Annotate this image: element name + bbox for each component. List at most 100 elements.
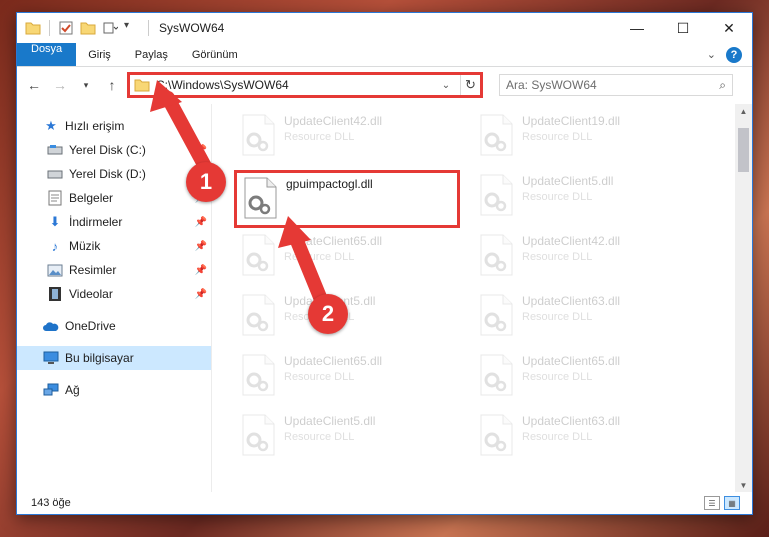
tab-file[interactable]: Dosya <box>17 43 77 66</box>
chevron-down-icon[interactable]: ▾ <box>124 20 140 36</box>
file-list: UpdateClient42.dll Resource DLL UpdateClie… <box>212 104 752 492</box>
file-description: Resource DLL <box>522 251 593 263</box>
dll-file-icon <box>240 114 276 156</box>
pictures-icon <box>47 262 63 278</box>
window-title: SysWOW64 <box>159 21 225 35</box>
file-description: Resource DLL <box>284 131 355 143</box>
main-area: ★ Hızlı erişim Yerel Disk (C:) 📌 Yerel D… <box>17 104 752 492</box>
forward-button[interactable]: → <box>49 74 71 96</box>
sidebar-item-label: Ağ <box>65 383 80 397</box>
sidebar-item-label: Belgeler <box>69 191 114 205</box>
sidebar-item-this-pc[interactable]: Bu bilgisayar <box>17 346 211 370</box>
file-item-target[interactable]: gpuimpactogl.dll <box>234 170 460 228</box>
file-description: Resource DLL <box>284 431 355 443</box>
address-path[interactable]: C:\Windows\SysWOW64 <box>156 78 432 92</box>
drive-icon <box>47 142 63 158</box>
new-folder-icon[interactable] <box>80 20 96 36</box>
tab-share[interactable]: Paylaş <box>123 43 180 66</box>
search-placeholder[interactable]: Ara: SysWOW64 <box>506 78 719 92</box>
download-arrow-icon: ⬇ <box>49 214 61 229</box>
file-description: Resource DLL <box>522 431 593 443</box>
file-item[interactable]: UpdateClient19.dll Resource DLL <box>472 110 710 170</box>
step-1-badge: 1 <box>186 162 226 202</box>
file-item[interactable]: UpdateClient65.dll Resource DLL <box>234 350 472 410</box>
vertical-scrollbar[interactable]: ▲ ▼ <box>735 104 752 492</box>
tab-view[interactable]: Görünüm <box>180 43 250 66</box>
expand-ribbon-icon[interactable]: ⌄ <box>707 48 716 61</box>
pin-icon: 📌 <box>194 264 207 276</box>
file-item[interactable]: UpdateClient42.dll Resource DLL <box>472 230 710 290</box>
dll-file-icon <box>478 174 514 216</box>
explorer-window: ▾ SysWOW64 — ☐ ✕ Dosya Giriş Paylaş Görü… <box>16 12 753 515</box>
large-icons-view-icon[interactable]: ▦ <box>724 496 740 510</box>
tab-home[interactable]: Giriş <box>76 43 123 66</box>
file-item[interactable]: UpdateClient63.dll Resource DLL <box>472 290 710 350</box>
up-button[interactable]: ↑ <box>101 74 123 96</box>
search-input[interactable]: Ara: SysWOW64 ⌕ <box>499 74 733 96</box>
file-name: UpdateClient65.dll <box>522 354 621 368</box>
search-icon[interactable]: ⌕ <box>719 78 726 93</box>
cloud-icon <box>43 318 59 334</box>
customize-toolbar-icon[interactable] <box>102 20 119 36</box>
sidebar-item-label: Resimler <box>69 263 117 277</box>
details-view-icon[interactable]: ☰ <box>704 496 720 510</box>
dll-file-icon <box>240 414 276 456</box>
scroll-down-icon[interactable]: ▼ <box>735 478 752 492</box>
close-button[interactable]: ✕ <box>706 13 752 43</box>
back-button[interactable]: ← <box>23 74 45 96</box>
file-item[interactable]: UpdateClient65.dll Resource DLL <box>472 350 710 410</box>
file-name: UpdateClient5.dll <box>522 174 614 188</box>
file-name: UpdateClient42.dll <box>284 114 383 128</box>
film-icon <box>47 286 63 302</box>
file-item[interactable]: UpdateClient63.dll Resource DLL <box>472 410 710 470</box>
ribbon-tabs: Dosya Giriş Paylaş Görünüm ⌄ ? <box>17 43 752 67</box>
step-2-badge: 2 <box>308 294 348 334</box>
quick-access-toolbar: ▾ <box>17 13 151 43</box>
file-item[interactable]: UpdateClient5.dllResource DLL <box>234 290 472 350</box>
refresh-icon[interactable]: ↻ <box>460 75 480 95</box>
sidebar-item-documents[interactable]: Belgeler 📌 <box>17 186 211 210</box>
address-bar[interactable]: C:\Windows\SysWOW64 ⌄ ↻ <box>127 72 483 98</box>
chevron-down-icon[interactable]: ⌄ <box>438 80 454 91</box>
sidebar-item-local-disk-c[interactable]: Yerel Disk (C:) 📌 <box>17 138 211 162</box>
sidebar-item-label: İndirmeler <box>69 215 123 229</box>
sidebar-item-quick-access[interactable]: ★ Hızlı erişim <box>17 114 211 138</box>
maximize-button[interactable]: ☐ <box>660 13 706 43</box>
sidebar-item-pictures[interactable]: Resimler 📌 <box>17 258 211 282</box>
pin-icon: 📌 <box>194 216 207 228</box>
properties-icon[interactable] <box>58 20 74 36</box>
file-name: UpdateClient63.dll <box>522 414 621 428</box>
file-item[interactable]: UpdateClient5.dllResource DLL <box>472 170 710 230</box>
sidebar-item-music[interactable]: ♪ Müzik 📌 <box>17 234 211 258</box>
drive-icon <box>47 166 63 182</box>
file-description: Resource DLL <box>522 311 593 323</box>
sidebar-item-label: Hızlı erişim <box>65 119 125 133</box>
sidebar-item-label: Yerel Disk (D:) <box>69 167 146 181</box>
sidebar-item-network[interactable]: Ağ <box>17 378 211 402</box>
dll-file-icon <box>240 354 276 396</box>
file-name: UpdateClient63.dll <box>522 294 621 308</box>
item-count: 143 öğe <box>31 497 71 509</box>
help-icon[interactable]: ? <box>726 46 742 63</box>
minimize-button[interactable]: — <box>614 13 660 43</box>
window-controls: — ☐ ✕ <box>614 13 752 43</box>
folder-icon <box>25 20 41 36</box>
dll-file-icon <box>478 234 514 276</box>
file-grid: UpdateClient42.dll Resource DLL UpdateClie… <box>234 110 710 470</box>
navigation-pane: ★ Hızlı erişim Yerel Disk (C:) 📌 Yerel D… <box>17 104 212 492</box>
scroll-up-icon[interactable]: ▲ <box>735 104 752 118</box>
dll-file-icon <box>478 294 514 336</box>
dll-file-icon <box>242 177 278 219</box>
sidebar-item-videos[interactable]: Videolar 📌 <box>17 282 211 306</box>
sidebar-item-onedrive[interactable]: OneDrive <box>17 314 211 338</box>
file-item[interactable]: UpdateClient42.dll Resource DLL <box>234 110 472 170</box>
file-name: UpdateClient65.dll <box>284 234 383 248</box>
file-item[interactable]: UpdateClient5.dllResource DLL <box>234 410 472 470</box>
sidebar-item-local-disk-d[interactable]: Yerel Disk (D:) <box>17 162 211 186</box>
pin-icon: 📌 <box>194 288 207 300</box>
scrollbar-thumb[interactable] <box>738 128 749 172</box>
recent-locations-button[interactable]: ▾ <box>75 74 97 96</box>
file-description: Resource DLL <box>522 131 593 143</box>
file-item[interactable]: UpdateClient65.dll Resource DLL <box>234 230 472 290</box>
sidebar-item-downloads[interactable]: ⬇ İndirmeler 📌 <box>17 210 211 234</box>
